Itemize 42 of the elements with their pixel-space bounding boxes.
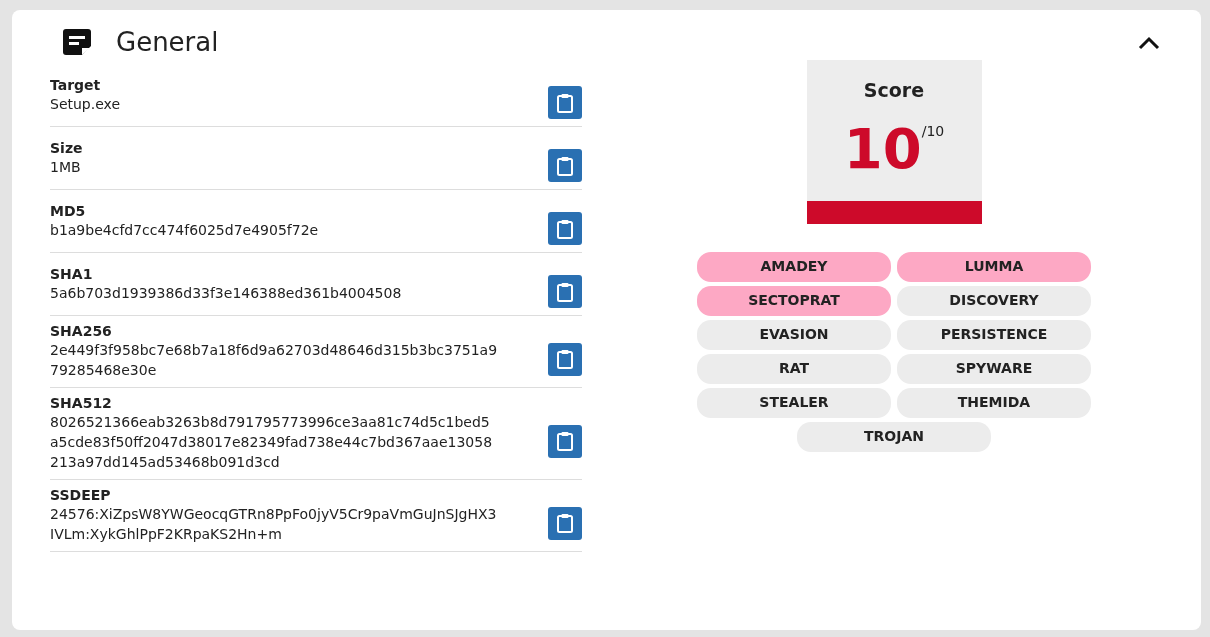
field-label: Target [50,75,102,94]
field-label: SHA256 [50,322,113,340]
clipboard-icon [557,218,573,239]
copy-button[interactable] [548,86,582,119]
copy-button[interactable] [548,506,582,540]
field-label: MD5 [50,201,87,220]
field-value: b1a9be4cfd7cc474f6025d7e4905f72e [50,220,320,240]
field-label: SSDEEP [50,486,112,504]
clipboard-icon [557,431,573,451]
field-value: 1MB [50,157,82,177]
tag: PERSISTENCE [897,319,1091,350]
tag: SPYWARE [897,353,1091,384]
clipboard-icon [557,155,573,176]
tag: AMADEY [697,251,891,282]
score-title: Score [862,78,926,103]
field-value: 2e449f3f958bc7e68b7a18f6d9a62703d48646d315b3bc3751a979285468e30e [50,341,498,380]
tag: STEALER [697,387,891,418]
tag: DISCOVERY [897,285,1091,316]
note-icon [62,28,92,56]
field-value: 5a6b703d1939386d33f3e146388ed361b4004508 [50,283,403,303]
copy-button[interactable] [548,275,582,308]
field-value: 8026521366eab3263b8d791795773996ce3aa81c74d5c1bed5a5cde83f50ff2047d38017e82349fad738e44c7bd367aae13058213a97dd145ad53468b091d3cd [50,413,494,472]
tag: LUMMA [897,251,1091,282]
tag: EVASION [697,319,891,350]
field-label: SHA1 [50,264,94,283]
copy-button[interactable] [548,212,582,245]
clipboard-icon [557,349,573,369]
copy-button[interactable] [548,424,582,458]
panel-title: General [116,29,219,55]
field-label: Size [50,138,84,157]
copy-button[interactable] [548,149,582,182]
field-value: 24576:XiZpsW8YWGeocqGTRn8PpFo0jyV5Cr9paVmGuJnSJgHX3IVLm:XykGhlPpF2KRpaKS2Hn+m [50,505,498,544]
clipboard-icon [557,92,573,113]
clipboard-icon [557,513,573,533]
field-value: Setup.exe [50,94,122,114]
copy-button[interactable] [548,342,582,376]
tag: THEMIDA [897,387,1091,418]
clipboard-icon [557,281,573,302]
tag: RAT [697,353,891,384]
tag: SECTOPRAT [697,285,891,316]
tag: TROJAN [797,421,991,452]
field-label: SHA512 [50,394,113,412]
